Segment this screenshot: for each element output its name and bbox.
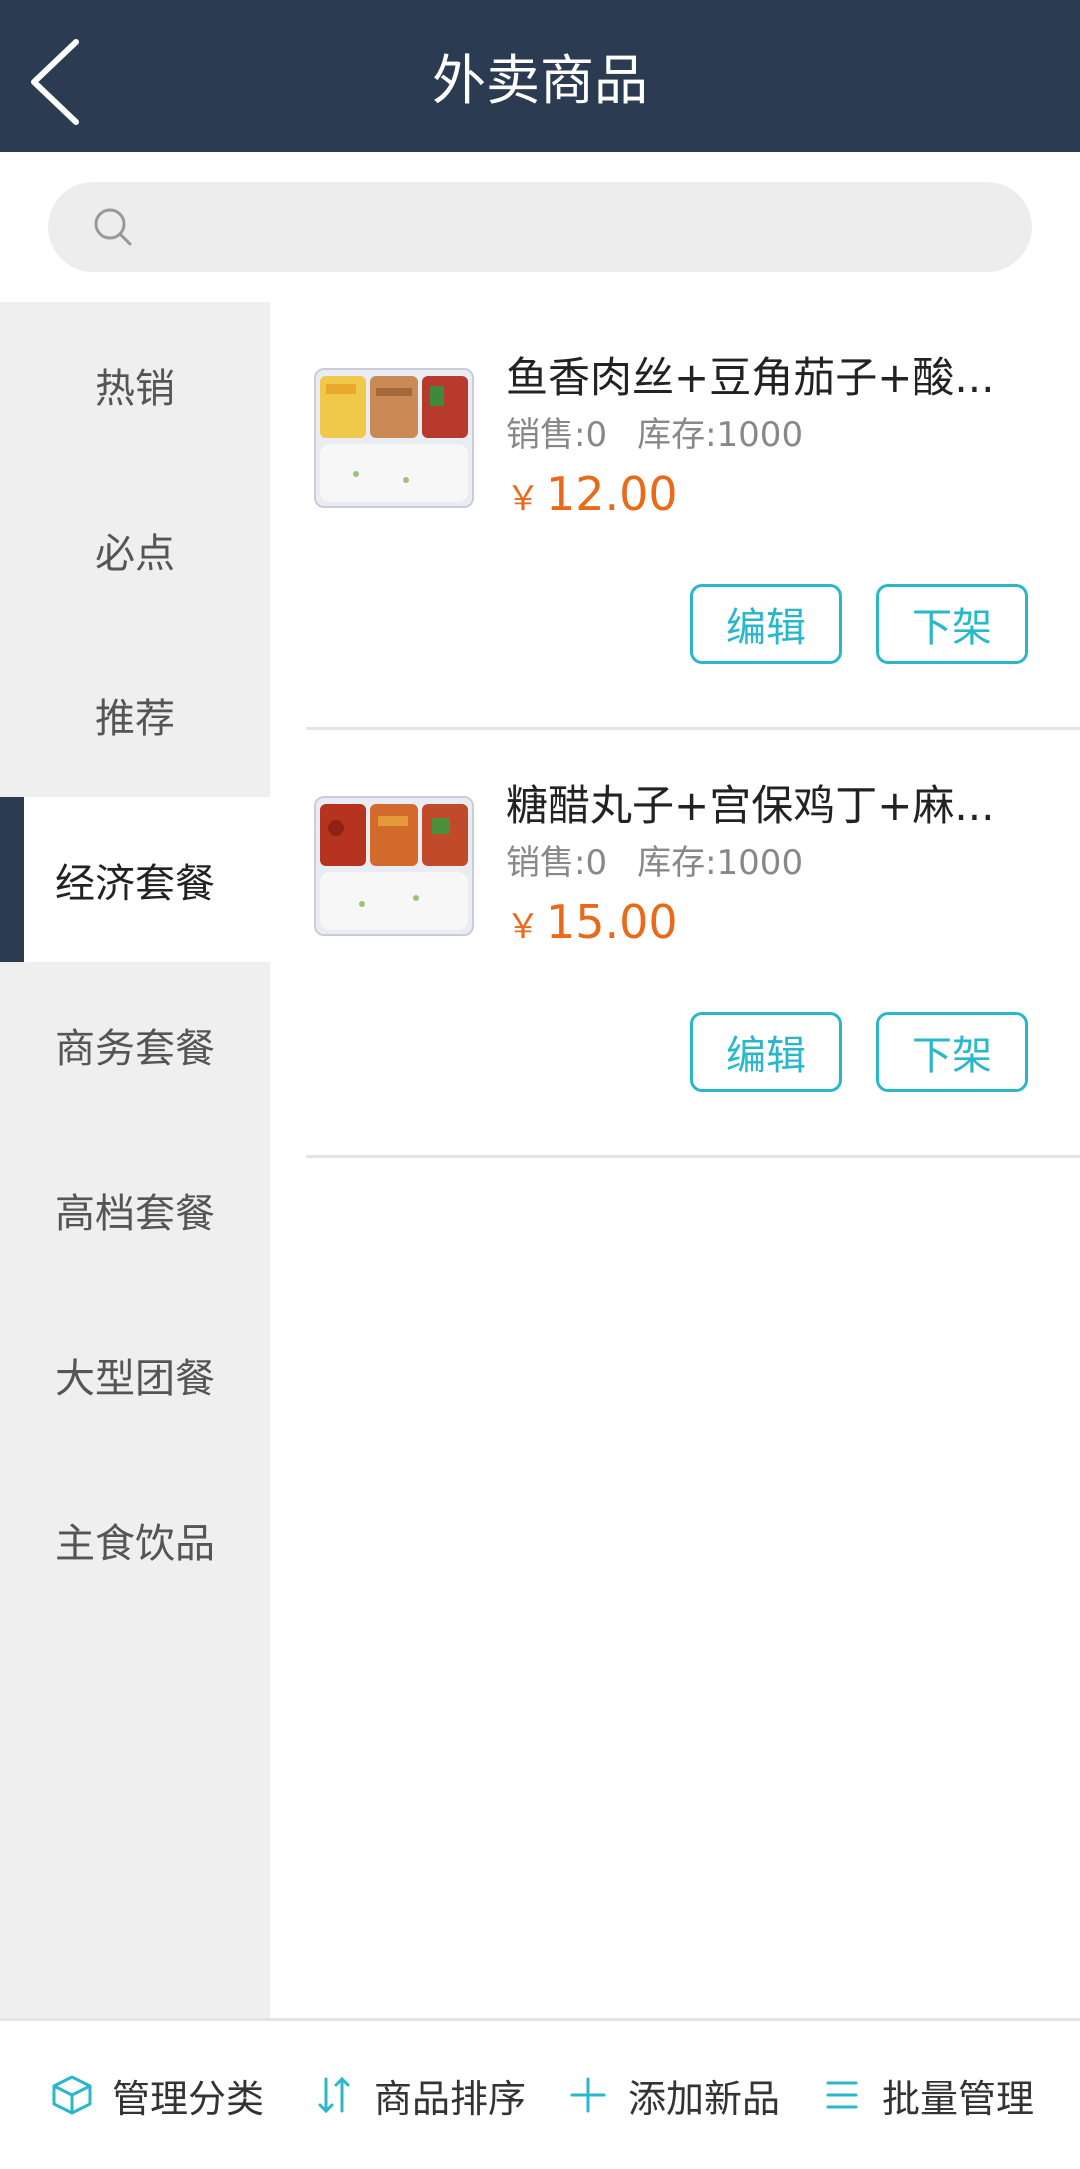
manage-categories-button[interactable]: 管理分类 xyxy=(50,2021,264,2169)
toolbar-label: 批量管理 xyxy=(882,2076,1035,2121)
price-value: 15.00 xyxy=(546,895,678,949)
category-sidebar: 热销 必点 推荐 经济套餐 商务套餐 高档套餐 大型团餐 主食饮品 xyxy=(0,302,270,2018)
cube-icon xyxy=(50,2073,94,2117)
search-icon xyxy=(94,208,132,246)
product-name: 鱼香肉丝+豆角茄子+酸... xyxy=(506,353,995,402)
sidebar-item-economy-set[interactable]: 经济套餐 xyxy=(0,797,270,962)
sidebar-item-hot[interactable]: 热销 xyxy=(0,302,270,467)
product-price: ￥ 12.00 xyxy=(506,462,678,531)
currency-symbol: ￥ xyxy=(506,907,540,947)
product-sales: 销售:0 xyxy=(506,415,608,455)
sidebar-item-label: 高档套餐 xyxy=(55,1190,215,1237)
sidebar-item-label: 主食饮品 xyxy=(55,1520,215,1567)
sidebar-item-recommend[interactable]: 推荐 xyxy=(0,632,270,797)
product-image[interactable] xyxy=(314,368,474,508)
sidebar-item-business-set[interactable]: 商务套餐 xyxy=(0,962,270,1127)
plus-icon xyxy=(566,2073,610,2117)
sidebar-item-label: 商务套餐 xyxy=(55,1025,215,1072)
edit-button[interactable]: 编辑 xyxy=(690,1012,842,1092)
take-down-button[interactable]: 下架 xyxy=(876,1012,1028,1092)
list-icon xyxy=(820,2073,864,2117)
food-tray-image xyxy=(316,798,472,934)
sidebar-item-label: 大型团餐 xyxy=(55,1355,215,1402)
product-price: ￥ 15.00 xyxy=(506,890,678,959)
sidebar-item-label: 推荐 xyxy=(95,695,175,742)
top-bar: 外卖商品 xyxy=(0,0,1080,152)
sidebar-item-label: 经济套餐 xyxy=(55,860,215,907)
take-down-button[interactable]: 下架 xyxy=(876,584,1028,664)
batch-manage-button[interactable]: 批量管理 xyxy=(820,2021,1034,2169)
toolbar-label: 管理分类 xyxy=(112,2076,265,2121)
sort-icon xyxy=(312,2073,356,2117)
product-meta: 销售:0 库存:1000 xyxy=(506,840,803,886)
sidebar-item-premium-set[interactable]: 高档套餐 xyxy=(0,1127,270,1292)
product-stock: 库存:1000 xyxy=(637,843,804,883)
page-title: 外卖商品 xyxy=(432,49,648,112)
product-item: 糖醋丸子+宫保鸡丁+麻... 销售:0 库存:1000 ￥ 15.00 编辑 下架 xyxy=(270,730,1080,1158)
product-image[interactable] xyxy=(314,796,474,936)
product-name: 糖醋丸子+宫保鸡丁+麻... xyxy=(506,781,995,830)
sidebar-item-staple-drinks[interactable]: 主食饮品 xyxy=(0,1457,270,1622)
product-sales: 销售:0 xyxy=(506,843,608,883)
add-product-button[interactable]: 添加新品 xyxy=(566,2021,780,2169)
food-tray-image xyxy=(316,370,472,506)
sidebar-item-must-order[interactable]: 必点 xyxy=(0,467,270,632)
product-item: 鱼香肉丝+豆角茄子+酸... 销售:0 库存:1000 ￥ 12.00 编辑 下架 xyxy=(270,302,1080,730)
edit-button[interactable]: 编辑 xyxy=(690,584,842,664)
sidebar-item-group-meal[interactable]: 大型团餐 xyxy=(0,1292,270,1457)
price-value: 12.00 xyxy=(546,467,678,521)
divider xyxy=(306,1155,1080,1158)
currency-symbol: ￥ xyxy=(506,479,540,519)
sidebar-item-label: 热销 xyxy=(95,365,175,412)
product-stock: 库存:1000 xyxy=(637,415,804,455)
search-input[interactable] xyxy=(148,192,992,264)
product-list: 鱼香肉丝+豆角茄子+酸... 销售:0 库存:1000 ￥ 12.00 编辑 下架 xyxy=(270,302,1080,2018)
toolbar-label: 添加新品 xyxy=(628,2076,781,2121)
sort-products-button[interactable]: 商品排序 xyxy=(312,2021,526,2169)
toolbar-label: 商品排序 xyxy=(374,2076,527,2121)
search-box[interactable] xyxy=(48,182,1032,272)
sidebar-item-label: 必点 xyxy=(95,530,175,577)
search-area xyxy=(0,152,1080,302)
bottom-toolbar: 管理分类 商品排序 添加新品 批量管理 xyxy=(0,2018,1080,2166)
product-meta: 销售:0 库存:1000 xyxy=(506,412,803,458)
